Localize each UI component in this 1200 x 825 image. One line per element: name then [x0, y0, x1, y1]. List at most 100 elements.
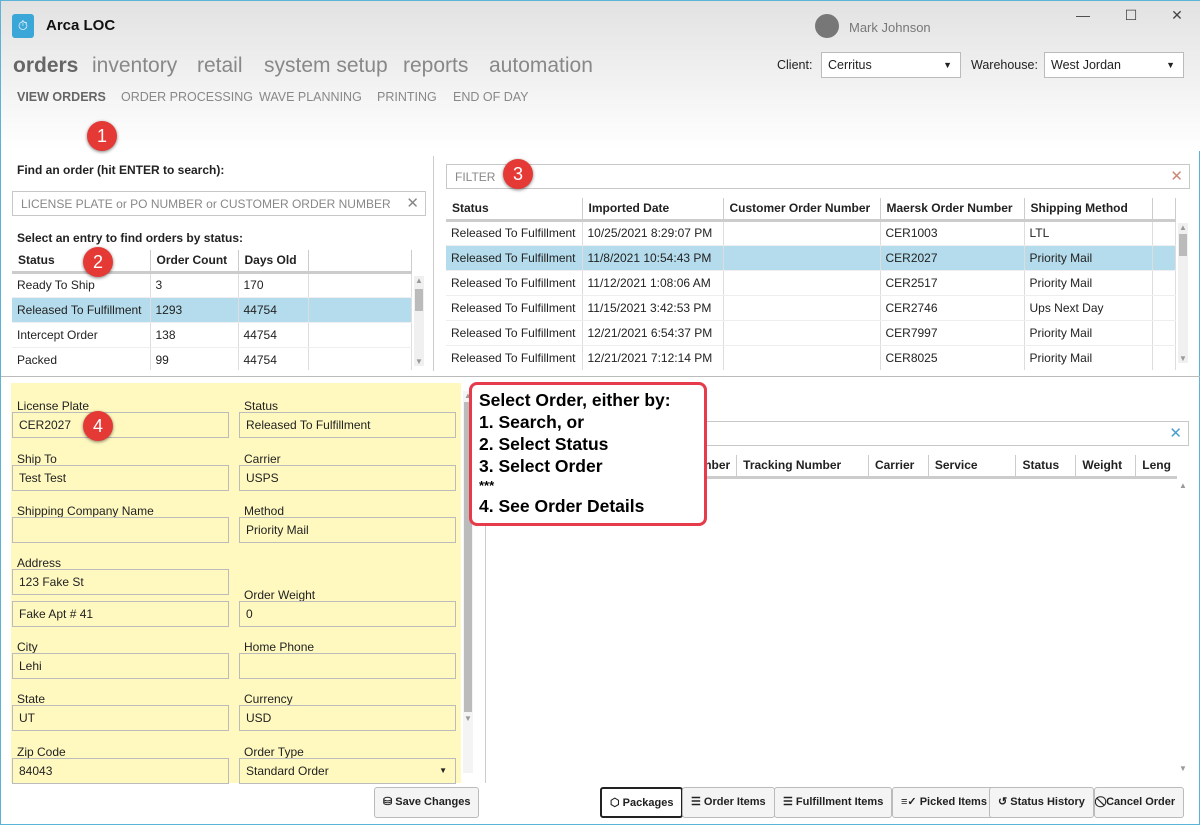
order-type-label: Order Type	[244, 745, 304, 759]
table-row[interactable]: Packed 99 44754	[12, 347, 412, 370]
history-icon: ↺	[998, 796, 1011, 808]
ship-to-field[interactable]: Test Test	[12, 465, 229, 491]
order-items-button[interactable]: ☰ Order Items	[682, 787, 775, 818]
col-days-old[interactable]: Days Old	[238, 250, 309, 274]
nav-automation[interactable]: automation	[489, 54, 593, 78]
table-cell	[1152, 245, 1176, 271]
table-cell: Released To Fulfillment	[446, 345, 583, 370]
status-field[interactable]: Released To Fulfillment	[239, 412, 456, 438]
packages-scrollbar[interactable]: ▲ ▼	[1178, 481, 1188, 773]
nav-reports[interactable]: reports	[403, 54, 468, 78]
table-cell	[308, 347, 412, 370]
clear-search-icon[interactable]: ✕	[406, 192, 419, 216]
maximize-icon[interactable]: ☐	[1121, 7, 1141, 24]
col-customer-order-number[interactable]: Customer Order Number	[723, 198, 881, 222]
order-weight-field[interactable]: 0	[239, 601, 456, 627]
table-cell	[723, 270, 881, 296]
col-status[interactable]: Status	[1015, 455, 1077, 479]
table-row[interactable]: Released To Fulfillment 1293 44754	[12, 297, 412, 323]
status-scrollbar[interactable]: ▲ ▼	[414, 276, 424, 366]
table-cell: 44754	[238, 347, 309, 370]
col-order-count[interactable]: Order Count	[150, 250, 239, 274]
col-carrier[interactable]: Carrier	[868, 455, 929, 479]
currency-field[interactable]: USD	[239, 705, 456, 731]
col-tracking-number[interactable]: Tracking Number	[736, 455, 869, 479]
col-maersk-order-number[interactable]: Maersk Order Number	[880, 198, 1025, 222]
col-status[interactable]: Status	[12, 250, 151, 274]
step-badge-1: 1	[87, 121, 117, 151]
picked-items-button[interactable]: ≡✓ Picked Items	[892, 787, 996, 818]
license-plate-label: License Plate	[17, 399, 90, 413]
search-input[interactable]: LICENSE PLATE or PO NUMBER or CUSTOMER O…	[12, 191, 426, 216]
col-service[interactable]: Service	[928, 455, 1017, 479]
zip-field[interactable]: 84043	[12, 758, 229, 784]
table-row[interactable]: Released To Fulfillment 12/21/2021 6:54:3…	[446, 320, 1176, 346]
step-badge-3: 3	[503, 159, 533, 189]
save-changes-button[interactable]: ⛁ Save Changes	[374, 787, 480, 818]
table-row[interactable]: Released To Fulfillment 11/8/2021 10:54:4…	[446, 245, 1176, 271]
col-weight[interactable]: Weight	[1075, 455, 1137, 479]
col-imported-date[interactable]: Imported Date	[582, 198, 724, 222]
user-name[interactable]: Mark Johnson	[849, 20, 931, 35]
nav-orders[interactable]: orders	[13, 54, 78, 78]
table-cell: Priority Mail	[1024, 245, 1153, 271]
col-length[interactable]: Leng	[1135, 455, 1177, 479]
nav-retail[interactable]: retail	[197, 54, 243, 78]
table-cell: 12/21/2021 7:12:14 PM	[582, 345, 724, 370]
packages-button[interactable]: ⬡ Packages	[600, 787, 684, 818]
cancel-order-button[interactable]: ⃠ Cancel Order	[1094, 787, 1185, 818]
state-field[interactable]: UT	[12, 705, 229, 731]
license-plate-field[interactable]: CER2027	[12, 412, 229, 438]
table-row[interactable]: Released To Fulfillment 11/15/2021 3:42:5…	[446, 295, 1176, 321]
tab-view-orders[interactable]: VIEW ORDERS	[17, 90, 106, 104]
table-row[interactable]: Released To Fulfillment 12/21/2021 7:12:1…	[446, 345, 1176, 370]
chevron-down-icon: ▼	[943, 60, 952, 70]
filter-input[interactable]: FILTER ✕	[446, 164, 1190, 189]
table-cell: Released To Fulfillment	[446, 270, 583, 296]
table-cell: CER7997	[880, 320, 1025, 346]
table-cell	[723, 295, 881, 321]
table-row[interactable]: Released To Fulfillment 11/12/2021 1:08:0…	[446, 270, 1176, 296]
tab-order-processing[interactable]: ORDER PROCESSING	[121, 90, 253, 104]
table-row[interactable]: Released To Fulfillment 10/25/2021 8:29:0…	[446, 220, 1176, 246]
table-cell: CER2027	[880, 245, 1025, 271]
method-field[interactable]: Priority Mail	[239, 517, 456, 543]
col-status[interactable]: Status	[446, 198, 583, 222]
table-cell: CER2746	[880, 295, 1025, 321]
orders-scrollbar[interactable]: ▲ ▼	[1178, 223, 1188, 363]
col-shipping-method[interactable]: Shipping Method	[1024, 198, 1153, 222]
table-cell: Intercept Order	[12, 322, 151, 348]
address-field[interactable]: 123 Fake St	[12, 569, 229, 595]
status-table: Status Order Count Days Old Ready To Ship…	[12, 250, 412, 370]
clear-filter-icon[interactable]: ✕	[1170, 165, 1183, 189]
fulfillment-items-button[interactable]: ☰ Fulfillment Items	[774, 787, 893, 818]
tab-printing[interactable]: PRINTING	[377, 90, 437, 104]
callout-line: 4. See Order Details	[479, 496, 645, 516]
tab-wave-planning[interactable]: WAVE PLANNING	[259, 90, 362, 104]
minimize-icon[interactable]: —	[1073, 7, 1093, 23]
table-cell	[1152, 345, 1176, 370]
status-history-button[interactable]: ↺ Status History	[989, 787, 1094, 818]
nav-system-setup[interactable]: system setup	[264, 54, 388, 78]
warehouse-value: West Jordan	[1051, 58, 1121, 72]
city-field[interactable]: Lehi	[12, 653, 229, 679]
clear-filter-icon[interactable]: ✕	[1169, 422, 1182, 446]
warehouse-select[interactable]: West Jordan ▼	[1044, 52, 1184, 78]
table-cell	[723, 320, 881, 346]
table-cell: 138	[150, 322, 239, 348]
shipping-company-field[interactable]	[12, 517, 229, 543]
home-phone-field[interactable]	[239, 653, 456, 679]
address-line2-field[interactable]: Fake Apt # 41	[12, 601, 229, 627]
carrier-field[interactable]: USPS	[239, 465, 456, 491]
table-row[interactable]: Ready To Ship 3 170	[12, 272, 412, 298]
orders-table: Status Imported Date Customer Order Numb…	[446, 198, 1176, 370]
order-type-field[interactable]: Standard Order ▼	[239, 758, 456, 784]
user-avatar[interactable]	[815, 14, 839, 38]
close-icon[interactable]: ✕	[1167, 7, 1187, 24]
client-select[interactable]: Cerritus ▼	[821, 52, 961, 78]
nav-inventory[interactable]: inventory	[92, 54, 177, 78]
table-row[interactable]: Intercept Order 138 44754	[12, 322, 412, 348]
table-cell: 99	[150, 347, 239, 370]
tab-end-of-day[interactable]: END OF DAY	[453, 90, 528, 104]
step-badge-4: 4	[83, 411, 113, 441]
